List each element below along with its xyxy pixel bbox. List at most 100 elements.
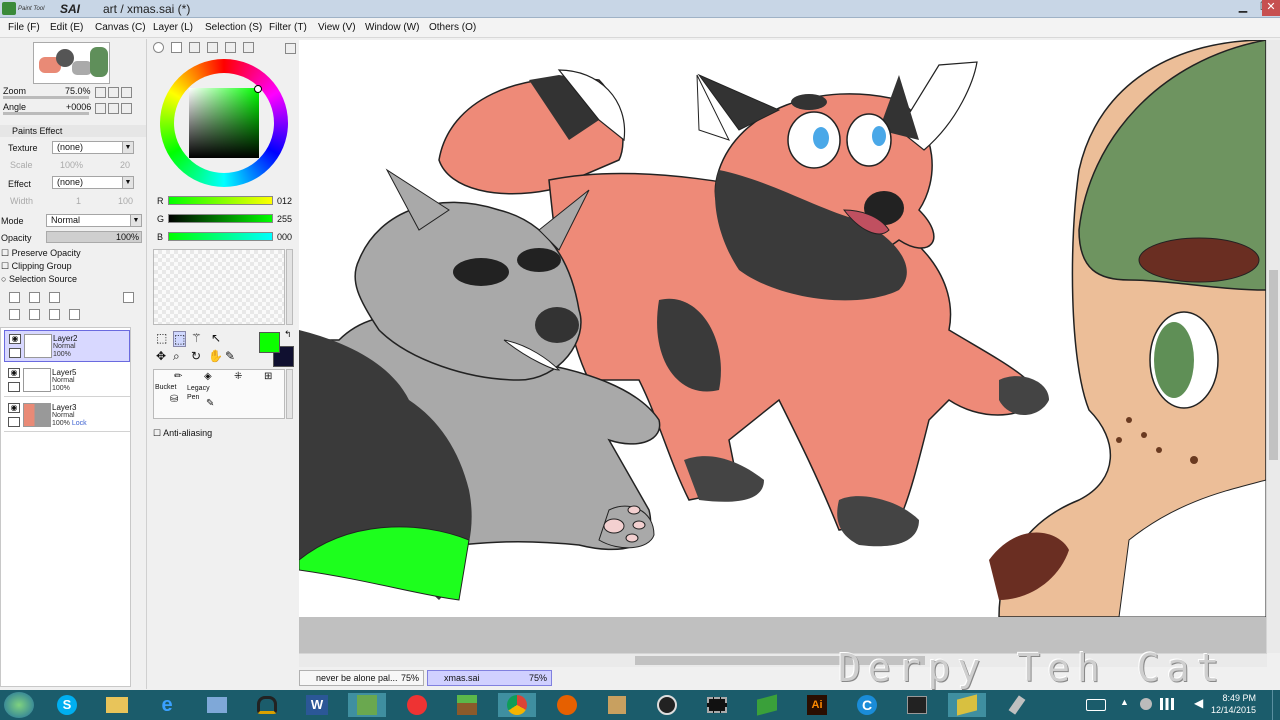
app-icon[interactable] bbox=[198, 693, 236, 717]
menu-selection[interactable]: Selection (S) bbox=[205, 22, 262, 33]
menu-window[interactable]: Window (W) bbox=[365, 22, 419, 33]
swatches-tab[interactable] bbox=[207, 42, 218, 53]
file-tab-active[interactable]: xmas.sai 75% bbox=[427, 670, 552, 686]
blur-tool-icon[interactable]: ⊞ bbox=[264, 371, 272, 382]
pen-icon[interactable] bbox=[9, 348, 21, 358]
start-orb[interactable] bbox=[4, 692, 34, 718]
g-icon[interactable]: C bbox=[848, 693, 886, 717]
rotate-right-button[interactable] bbox=[108, 103, 119, 114]
eye-icon[interactable]: ◉ bbox=[9, 334, 21, 344]
scratchpad-scrollbar[interactable] bbox=[286, 249, 293, 325]
close-button[interactable]: ✕ bbox=[1262, 0, 1280, 16]
minecraft-icon[interactable] bbox=[348, 693, 386, 717]
chrome-icon[interactable] bbox=[498, 693, 536, 717]
headphones-icon[interactable] bbox=[248, 693, 286, 717]
terminal-icon[interactable] bbox=[898, 693, 936, 717]
eraser-tool-icon[interactable]: ◈ bbox=[204, 371, 212, 382]
move-icon[interactable]: ✥ bbox=[156, 349, 166, 363]
b-slider[interactable] bbox=[168, 232, 273, 241]
eyedropper-icon[interactable]: ✎ bbox=[225, 349, 235, 363]
antialiasing-checkbox[interactable]: ☐ Anti-aliasing bbox=[153, 428, 212, 439]
delete-layer-icon[interactable] bbox=[69, 309, 80, 320]
rotate-icon[interactable]: ↻ bbox=[191, 349, 201, 363]
pen-tool-icon[interactable]: ✏ bbox=[174, 371, 182, 382]
layer-item[interactable]: ◉ Layer2 Normal 100% bbox=[4, 330, 130, 362]
firefox-icon[interactable] bbox=[548, 693, 586, 717]
brush-icon[interactable] bbox=[998, 693, 1036, 717]
acrobat-icon[interactable] bbox=[398, 693, 436, 717]
swap-colors-icon[interactable]: ↰ bbox=[284, 329, 292, 340]
r-slider[interactable] bbox=[168, 196, 273, 205]
saturation-value-square[interactable] bbox=[189, 88, 259, 158]
scratchpad[interactable] bbox=[153, 249, 285, 325]
eye-icon[interactable]: ◉ bbox=[8, 368, 20, 378]
volume-icon[interactable]: ◀ bbox=[1194, 696, 1203, 710]
opacity-slider[interactable]: 100% bbox=[46, 231, 142, 243]
zoom-reset-button[interactable] bbox=[121, 87, 132, 98]
texture-select[interactable]: (none) ▼ bbox=[52, 141, 134, 154]
brush-grid-scrollbar[interactable] bbox=[286, 369, 293, 419]
primary-color-swatch[interactable] bbox=[259, 332, 280, 353]
scratchpad-tab[interactable] bbox=[243, 42, 254, 53]
bucket-tool[interactable]: Bucket bbox=[155, 384, 176, 391]
rect-select-icon[interactable]: ⬚ bbox=[156, 331, 167, 345]
zoom-icon[interactable]: ⌕ bbox=[173, 349, 180, 364]
clock[interactable]: 8:49 PM 12/14/2015 bbox=[1211, 692, 1256, 716]
vertical-scrollbar[interactable] bbox=[1266, 40, 1280, 653]
keyboard-icon[interactable] bbox=[1086, 699, 1106, 711]
vscroll-thumb[interactable] bbox=[1269, 270, 1278, 460]
layer-item[interactable]: ◉ Layer3 Normal 100% Lock bbox=[4, 400, 130, 432]
airbrush-tool-icon[interactable]: ⁜ bbox=[234, 371, 242, 382]
book-icon[interactable] bbox=[748, 693, 786, 717]
explorer-icon[interactable] bbox=[98, 693, 136, 717]
hue-marker[interactable] bbox=[254, 85, 262, 93]
magic-wand-icon[interactable]: ⚚ bbox=[191, 331, 202, 345]
word-icon[interactable]: W bbox=[298, 693, 336, 717]
obs-icon[interactable] bbox=[648, 693, 686, 717]
tray-arrow-icon[interactable]: ▲ bbox=[1120, 697, 1129, 707]
new-folder-icon[interactable] bbox=[49, 292, 60, 303]
blend-mode-select[interactable]: Normal ▼ bbox=[46, 214, 142, 227]
clear-layer-icon[interactable] bbox=[49, 309, 60, 320]
network-icon[interactable] bbox=[1160, 698, 1174, 710]
eye-icon[interactable]: ◉ bbox=[8, 403, 20, 413]
pen-icon[interactable] bbox=[8, 382, 20, 392]
layer-item[interactable]: ◉ Layer5 Normal 100% bbox=[4, 365, 130, 397]
transfer-down-icon[interactable] bbox=[9, 309, 20, 320]
preserve-opacity-checkbox[interactable]: ☐ Preserve Opacity bbox=[1, 248, 81, 259]
hand-icon[interactable]: ✋ bbox=[208, 349, 223, 363]
apply-mask-icon[interactable] bbox=[123, 292, 134, 303]
tool-icon[interactable] bbox=[598, 693, 636, 717]
menu-layer[interactable]: Layer (L) bbox=[153, 22, 193, 33]
menu-view[interactable]: View (V) bbox=[318, 22, 356, 33]
cursor-icon[interactable]: ↖ bbox=[211, 331, 221, 345]
clipping-group-checkbox[interactable]: ☐ Clipping Group bbox=[1, 261, 72, 272]
g-slider[interactable] bbox=[168, 214, 273, 223]
file-tab[interactable]: never be alone pal... 75% bbox=[299, 670, 424, 686]
tray-app-icon[interactable] bbox=[1140, 698, 1152, 710]
selection-source-checkbox[interactable]: ○ Selection Source bbox=[1, 274, 77, 284]
grass-block-icon[interactable] bbox=[448, 693, 486, 717]
rotate-left-button[interactable] bbox=[95, 103, 106, 114]
menu-filter[interactable]: Filter (T) bbox=[269, 22, 307, 33]
collapse-arrow-icon[interactable] bbox=[285, 43, 296, 54]
angle-slider[interactable] bbox=[3, 112, 89, 115]
skype-icon[interactable]: S bbox=[48, 693, 86, 717]
hsv-slider-tab[interactable] bbox=[189, 42, 200, 53]
color-wheel-tab[interactable] bbox=[153, 42, 164, 53]
navigator-preview[interactable] bbox=[33, 42, 110, 84]
show-desktop-button[interactable] bbox=[1272, 690, 1280, 720]
rgb-slider-tab[interactable] bbox=[171, 42, 182, 53]
drawing-canvas[interactable] bbox=[299, 40, 1266, 617]
film-icon[interactable] bbox=[698, 693, 736, 717]
mixer-tab[interactable] bbox=[225, 42, 236, 53]
pen-icon[interactable] bbox=[8, 417, 20, 427]
sai-book-icon[interactable] bbox=[948, 693, 986, 717]
menu-file[interactable]: File (F) bbox=[8, 22, 40, 33]
zoom-slider[interactable] bbox=[3, 96, 89, 99]
ie-icon[interactable]: e bbox=[148, 693, 186, 717]
lasso-icon[interactable]: ⬚ bbox=[173, 331, 187, 347]
menu-others[interactable]: Others (O) bbox=[429, 22, 476, 33]
new-layer-icon[interactable] bbox=[9, 292, 20, 303]
color-wheel[interactable] bbox=[160, 59, 288, 187]
